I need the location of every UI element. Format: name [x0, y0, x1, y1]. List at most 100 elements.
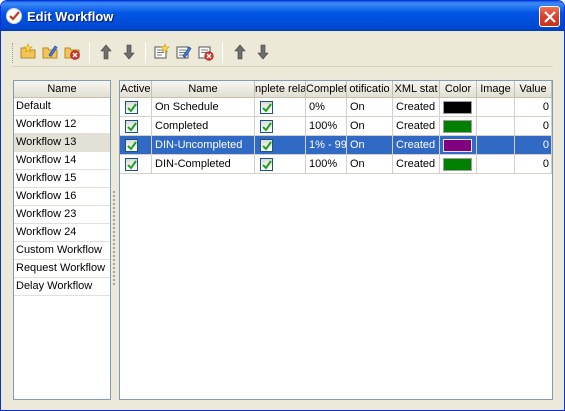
active-checkbox[interactable] — [125, 139, 138, 152]
checkmark-icon — [127, 141, 137, 151]
workflow-item[interactable]: Workflow 16 — [14, 188, 110, 206]
workflow-item[interactable]: Default — [14, 98, 110, 116]
value-cell[interactable]: 0 — [515, 155, 552, 174]
move-status-down-button[interactable] — [254, 43, 272, 61]
workflow-item[interactable]: Workflow 24 — [14, 224, 110, 242]
notification-cell[interactable]: On — [347, 98, 393, 117]
folder-edit-icon — [42, 45, 58, 59]
status-name[interactable]: DIN-Uncompleted — [152, 136, 255, 155]
image-cell[interactable] — [477, 98, 515, 117]
column-header-completion[interactable]: Complet — [306, 81, 347, 98]
image-cell[interactable] — [477, 136, 515, 155]
color-swatch — [443, 139, 472, 152]
value-cell[interactable]: 0 — [515, 136, 552, 155]
add-workflow-button[interactable] — [19, 43, 37, 61]
column-header-color[interactable]: Color — [440, 81, 477, 98]
toolbar-separator — [222, 43, 223, 63]
xml-status-cell[interactable]: Created — [393, 117, 440, 136]
column-header-image[interactable]: Image — [477, 81, 515, 98]
add-status-button[interactable] — [152, 43, 170, 61]
status-delete-icon — [198, 46, 214, 61]
move-workflow-up-button[interactable] — [97, 43, 115, 61]
status-name[interactable]: Completed — [152, 117, 255, 136]
column-header-notification[interactable]: otificatio — [347, 81, 393, 98]
column-header-value[interactable]: Value — [515, 81, 552, 98]
edit-workflow-window: Edit Workflow Name Default Workflow 12 W… — [0, 0, 565, 411]
edit-status-button[interactable] — [174, 43, 192, 61]
status-row-selected[interactable]: DIN-Uncompleted 1% - 99 On Created 0 — [120, 136, 552, 155]
status-name[interactable]: DIN-Completed — [152, 155, 255, 174]
workflow-item-selected[interactable]: Workflow 13 — [14, 134, 110, 152]
active-checkbox[interactable] — [125, 158, 138, 171]
folder-add-icon — [20, 43, 36, 59]
xml-status-cell[interactable]: Created — [393, 136, 440, 155]
active-checkbox[interactable] — [125, 101, 138, 114]
workflow-list[interactable]: Name Default Workflow 12 Workflow 13 Wor… — [13, 80, 111, 400]
xml-status-cell[interactable]: Created — [393, 155, 440, 174]
status-row[interactable]: On Schedule 0% On Created 0 — [120, 98, 552, 117]
color-cell[interactable] — [440, 136, 477, 155]
workflow-item[interactable]: Workflow 14 — [14, 152, 110, 170]
color-swatch — [443, 158, 472, 171]
checkmark-icon — [127, 103, 137, 113]
workflow-list-header[interactable]: Name — [14, 81, 110, 98]
workflow-item[interactable]: Request Workflow — [14, 260, 110, 278]
move-workflow-down-button[interactable] — [120, 43, 138, 61]
active-checkbox[interactable] — [125, 120, 138, 133]
status-row[interactable]: Completed 100% On Created 0 — [120, 117, 552, 136]
status-row[interactable]: DIN-Completed 100% On Created 0 — [120, 155, 552, 174]
toolbar-separator — [145, 43, 146, 63]
color-cell[interactable] — [440, 98, 477, 117]
value-cell[interactable]: 0 — [515, 98, 552, 117]
notification-cell[interactable]: On — [347, 117, 393, 136]
completion-cell[interactable]: 100% — [306, 117, 347, 136]
image-cell[interactable] — [477, 155, 515, 174]
workflow-item[interactable]: Workflow 15 — [14, 170, 110, 188]
workflow-item[interactable]: Workflow 23 — [14, 206, 110, 224]
color-cell[interactable] — [440, 155, 477, 174]
toolbar-grip[interactable] — [12, 43, 15, 63]
workflow-item[interactable]: Delay Workflow — [14, 278, 110, 296]
color-cell[interactable] — [440, 117, 477, 136]
complete-related-checkbox[interactable] — [260, 101, 273, 114]
status-add-icon — [154, 43, 170, 59]
arrow-down-icon — [257, 44, 269, 60]
edit-workflow-button[interactable] — [41, 43, 59, 61]
status-name[interactable]: On Schedule — [152, 98, 255, 117]
column-header-complete-related[interactable]: nplete rela — [255, 81, 306, 98]
checkmark-icon — [262, 160, 272, 170]
close-button[interactable] — [539, 6, 560, 27]
completion-cell[interactable]: 1% - 99 — [306, 136, 347, 155]
column-header-xml-status[interactable]: XML stat — [393, 81, 440, 98]
close-icon — [544, 11, 556, 23]
column-header-name[interactable]: Name — [152, 81, 255, 98]
value-cell[interactable]: 0 — [515, 117, 552, 136]
completion-cell[interactable]: 0% — [306, 98, 347, 117]
complete-related-checkbox[interactable] — [260, 158, 273, 171]
checkmark-icon — [127, 122, 137, 132]
checkmark-icon — [262, 141, 272, 151]
toolbar — [12, 39, 553, 67]
delete-status-button[interactable] — [196, 43, 214, 61]
workflow-item[interactable]: Custom Workflow — [14, 242, 110, 260]
delete-workflow-button[interactable] — [63, 43, 81, 61]
status-grid[interactable]: Active Name nplete rela Complet otificat… — [119, 80, 553, 400]
image-cell[interactable] — [477, 117, 515, 136]
app-icon — [6, 8, 22, 24]
workflow-item[interactable]: Workflow 12 — [14, 116, 110, 134]
notification-cell[interactable]: On — [347, 136, 393, 155]
color-swatch — [443, 101, 472, 114]
xml-status-cell[interactable]: Created — [393, 98, 440, 117]
arrow-up-icon — [100, 44, 112, 60]
checkmark-icon — [262, 122, 272, 132]
completion-cell[interactable]: 100% — [306, 155, 347, 174]
panel-splitter[interactable] — [112, 191, 117, 287]
move-status-up-button[interactable] — [231, 43, 249, 61]
window-title: Edit Workflow — [27, 9, 114, 24]
arrow-up-icon — [234, 44, 246, 60]
complete-related-checkbox[interactable] — [260, 120, 273, 133]
notification-cell[interactable]: On — [347, 155, 393, 174]
complete-related-checkbox[interactable] — [260, 139, 273, 152]
column-header-active[interactable]: Active — [120, 81, 152, 98]
title-bar[interactable]: Edit Workflow — [1, 1, 564, 31]
